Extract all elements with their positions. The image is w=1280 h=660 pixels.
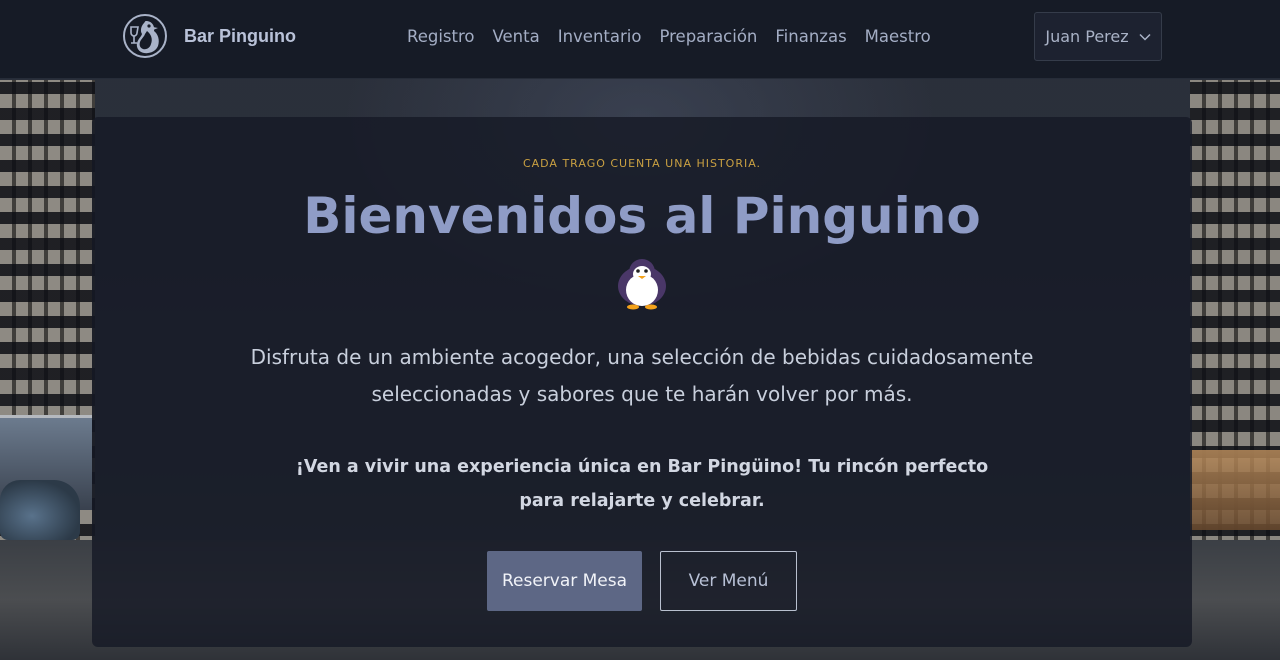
nav-item-preparacion[interactable]: Preparación (650, 26, 766, 48)
hero-invite-text: ¡Ven a vivir una experiencia única en Ba… (295, 457, 989, 511)
top-navbar: Bar Pinguino Registro Venta Inventario P… (0, 0, 1280, 79)
hero-lead-text: Disfruta de un ambiente acogedor, una se… (250, 345, 1034, 406)
main-nav: Registro Venta Inventario Preparación Fi… (398, 26, 940, 48)
user-name: Juan Perez (1045, 27, 1129, 46)
view-menu-button[interactable]: Ver Menú (660, 551, 797, 611)
nav-item-inventario[interactable]: Inventario (549, 26, 651, 48)
hero-title: Bienvenidos al Pinguino (303, 187, 981, 245)
penguin-icon (618, 259, 666, 310)
storefront-right (1190, 450, 1280, 530)
nav-item-finanzas[interactable]: Finanzas (766, 26, 855, 48)
nav-item-maestro[interactable]: Maestro (856, 26, 940, 48)
car-shape (0, 480, 80, 540)
hero-eyebrow: CADA TRAGO CUENTA UNA HISTORIA. (522, 157, 762, 170)
nav-item-venta[interactable]: Venta (484, 26, 549, 48)
hero-card: CADA TRAGO CUENTA UNA HISTORIA. Bienveni… (92, 117, 1192, 647)
nav-item-registro[interactable]: Registro (398, 26, 484, 48)
brand[interactable]: Bar Pinguino (122, 12, 296, 60)
user-menu-button[interactable]: Juan Perez (1034, 12, 1162, 61)
penguin-logo-icon (123, 14, 167, 58)
reserve-table-button[interactable]: Reservar Mesa (487, 551, 642, 611)
brand-name: Bar Pinguino (184, 25, 296, 46)
chevron-down-icon (1139, 33, 1151, 41)
